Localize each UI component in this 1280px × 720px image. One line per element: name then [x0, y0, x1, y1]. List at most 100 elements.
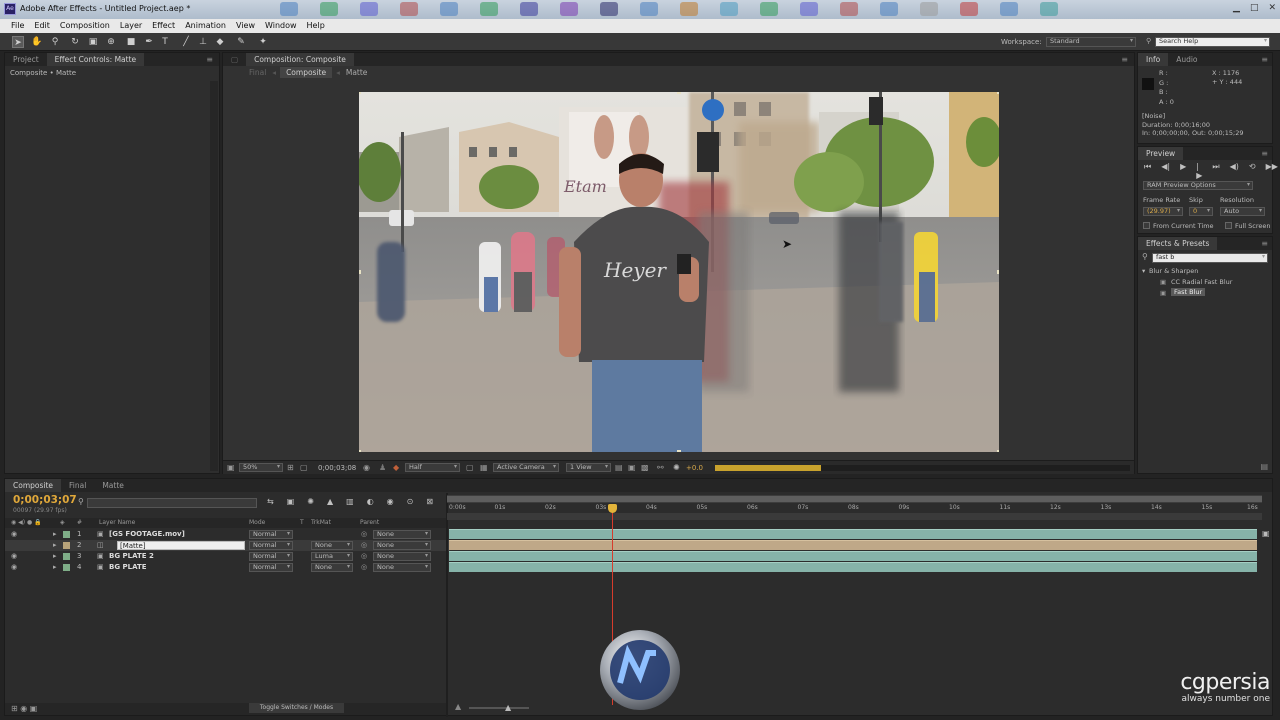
roto-brush-tool-icon[interactable]: ✎	[235, 36, 247, 48]
layer-mode-dropdown[interactable]: Normal	[249, 563, 293, 572]
layer-name[interactable]: BG PLATE 2	[109, 551, 154, 562]
layer-name[interactable]: [GS FOOTAGE.mov]	[109, 529, 185, 540]
column-layer-name[interactable]: Layer Name	[99, 519, 135, 526]
label-color[interactable]	[63, 553, 70, 560]
channel-icon[interactable]: ◆	[393, 463, 399, 472]
pan-behind-tool-icon[interactable]: ⊕	[105, 36, 117, 48]
frame-blending-icon[interactable]: ▥	[346, 497, 354, 506]
expand-pane-icon[interactable]: ⊞ ◉ ▣	[11, 704, 37, 713]
pen-tool-icon[interactable]: ✒	[143, 36, 155, 48]
safe-zones-icon[interactable]: ⊞	[287, 463, 294, 472]
eraser-tool-icon[interactable]: ◆	[214, 36, 226, 48]
close-icon[interactable]: ✕	[1268, 3, 1276, 13]
menu-help[interactable]: Help	[302, 19, 330, 33]
expand-arrow-icon[interactable]: ▸	[53, 551, 57, 562]
panel-menu-icon[interactable]: ≡	[1121, 55, 1134, 64]
hide-shy-layers-icon[interactable]: ▲	[327, 497, 333, 506]
effect-fast-blur[interactable]: Fast Blur	[1171, 288, 1206, 296]
crumb-composite[interactable]: Composite	[280, 67, 333, 78]
camera-dropdown[interactable]: Active Camera	[493, 463, 559, 472]
tab-audio[interactable]: Audio	[1168, 53, 1205, 66]
draft-3d-icon[interactable]: ✺	[307, 497, 314, 506]
rotate-tool-icon[interactable]: ↻	[69, 36, 81, 48]
search-help-input[interactable]: Search Help	[1155, 37, 1270, 47]
panel-menu-icon[interactable]: ≡	[206, 55, 219, 64]
zoom-tool-icon[interactable]: ⚲	[49, 36, 61, 48]
layer-trkmat-dropdown[interactable]: None	[311, 563, 353, 572]
expand-arrow-icon[interactable]: ▸	[53, 562, 57, 573]
clone-stamp-tool-icon[interactable]: ⊥	[197, 36, 209, 48]
panel-menu-icon[interactable]: ≡	[1261, 149, 1272, 158]
timeline-zoom-slider[interactable]: ▲ ▲	[455, 702, 555, 712]
menu-view[interactable]: View	[231, 19, 260, 33]
last-frame-icon[interactable]: ⏭	[1212, 162, 1219, 180]
puppet-tool-icon[interactable]: ✦	[257, 36, 269, 48]
label-color[interactable]	[63, 531, 70, 538]
tab-timeline-final[interactable]: Final	[61, 479, 94, 492]
mute-audio-icon[interactable]: ◀)	[1230, 162, 1239, 180]
tab-effect-controls[interactable]: Effect Controls: Matte	[46, 53, 145, 66]
hand-tool-icon[interactable]: ✋	[31, 36, 43, 48]
crumb-final[interactable]: Final	[243, 67, 272, 78]
label-color[interactable]	[63, 564, 70, 571]
layer-parent-dropdown[interactable]: None	[373, 530, 431, 539]
layer-trkmat-dropdown[interactable]: Luma	[311, 552, 353, 561]
tab-project[interactable]: Project	[5, 53, 47, 66]
menu-effect[interactable]: Effect	[147, 19, 180, 33]
panel-menu-icon[interactable]: ≡	[1261, 239, 1272, 248]
graph-editor-icon[interactable]: ⊠	[426, 497, 433, 506]
region-of-interest-icon[interactable]: ▢	[466, 463, 474, 472]
camera-tool-icon[interactable]: ▣	[87, 36, 99, 48]
layer-bar[interactable]	[449, 562, 1257, 572]
resolution-preview-dropdown[interactable]: Auto	[1220, 207, 1265, 216]
menu-layer[interactable]: Layer	[115, 19, 147, 33]
layer-mode-dropdown[interactable]: Normal	[249, 530, 293, 539]
always-preview-icon[interactable]: ▣	[227, 463, 235, 472]
mask-visibility-icon[interactable]: ▢	[300, 463, 308, 472]
layer-name[interactable]: BG PLATE	[109, 562, 147, 573]
layer-mode-dropdown[interactable]: Normal	[249, 541, 293, 550]
layer-parent-dropdown[interactable]: None	[373, 563, 431, 572]
snapshot-icon[interactable]: ◉	[363, 463, 370, 472]
parent-pickwhip-icon[interactable]: ◎	[361, 540, 367, 551]
layer-parent-dropdown[interactable]: None	[373, 541, 431, 550]
magnification-dropdown[interactable]: 50%	[239, 463, 283, 472]
tab-timeline-composite[interactable]: Composite	[5, 479, 62, 492]
flowchart-icon[interactable]: ⚯	[657, 463, 664, 472]
toggle-switches-modes-button[interactable]: Toggle Switches / Modes	[249, 703, 344, 713]
show-snapshot-icon[interactable]: ♟	[379, 463, 386, 472]
layer-row[interactable]: ◉ ▸ 4 ▣ BG PLATE Normal None ◎ None	[5, 562, 450, 573]
parent-pickwhip-icon[interactable]: ◎	[361, 562, 367, 573]
expand-arrow-icon[interactable]: ▸	[53, 540, 57, 551]
comp-mini-flowchart-icon[interactable]: ⇆	[267, 497, 274, 506]
tab-effects-presets[interactable]: Effects & Presets	[1138, 237, 1218, 250]
mask-tool-icon[interactable]: ■	[125, 36, 137, 48]
from-current-time-checkbox[interactable]	[1143, 222, 1150, 229]
layer-bar[interactable]	[449, 529, 1257, 539]
menu-composition[interactable]: Composition	[55, 19, 115, 33]
loop-icon[interactable]: ⟲	[1249, 162, 1256, 180]
maximize-icon[interactable]: □	[1250, 3, 1259, 13]
brush-tool-icon[interactable]: ╱	[180, 36, 192, 48]
live-update-icon[interactable]: ▣	[287, 497, 295, 506]
viewer-timecode[interactable]: 0;00;03;08	[318, 464, 356, 472]
panel-menu-icon[interactable]: ≡	[1261, 55, 1272, 64]
type-tool-icon[interactable]: T	[159, 36, 171, 48]
menu-window[interactable]: Window	[260, 19, 302, 33]
exposure-value[interactable]: +0.0	[686, 464, 703, 472]
minimize-icon[interactable]: ▁	[1233, 3, 1240, 13]
layer-row[interactable]: ◉ ▸ 3 ▣ BG PLATE 2 Normal Luma ◎ None	[5, 551, 450, 562]
new-folder-icon[interactable]: ▤	[1260, 462, 1268, 471]
skip-dropdown[interactable]: 0	[1189, 207, 1213, 216]
next-frame-icon[interactable]: |▶	[1196, 162, 1202, 180]
first-frame-icon[interactable]: ⏮	[1144, 162, 1151, 180]
layer-name-editing[interactable]: [Matte]	[117, 541, 245, 550]
layer-parent-dropdown[interactable]: None	[373, 552, 431, 561]
menu-file[interactable]: File	[6, 19, 29, 33]
visibility-eye-icon[interactable]: ◉	[11, 551, 17, 562]
parent-pickwhip-icon[interactable]: ◎	[361, 551, 367, 562]
expand-arrow-icon[interactable]: ▸	[53, 529, 57, 540]
composition-viewer[interactable]: Etam Heyer	[359, 92, 999, 452]
menu-edit[interactable]: Edit	[29, 19, 55, 33]
layer-bar-selected[interactable]	[449, 540, 1257, 550]
